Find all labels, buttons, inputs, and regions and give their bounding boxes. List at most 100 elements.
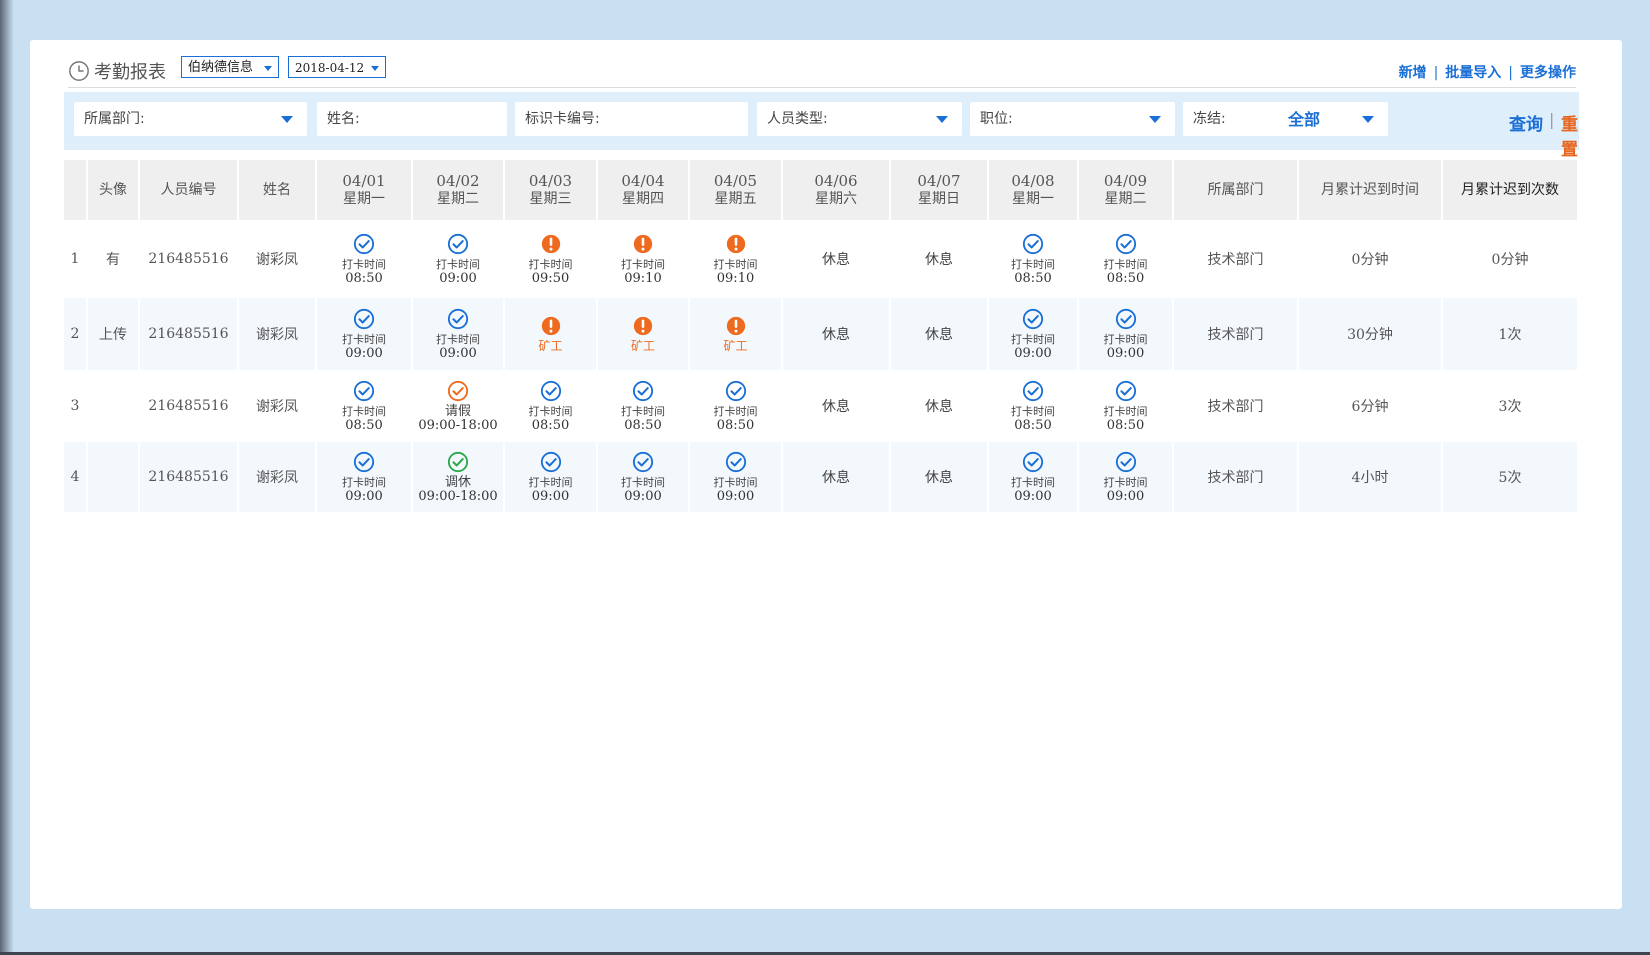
col-late-count: 月累计迟到次数 <box>1443 160 1579 220</box>
day-weekday: 星期四 <box>622 191 664 207</box>
top-actions: 新增 | 批量导入 | 更多操作 <box>1399 62 1576 82</box>
attendance-status: 打卡时间 09:00 <box>317 451 411 504</box>
attendance-status: 矿工 <box>505 315 596 353</box>
table-row: 3 216485516 谢彩凤 打卡时间 08:50 请假 09:00-18:00 打卡时间 0… <box>64 370 1579 442</box>
avatar-cell[interactable]: 上传 <box>88 298 140 370</box>
name-input[interactable]: 姓名: <box>317 102 507 136</box>
day-date: 04/05 <box>713 172 758 190</box>
late-time-cell: 4小时 <box>1299 442 1443 512</box>
day-cell: 打卡时间 09:10 <box>598 220 690 298</box>
rest-label: 休息 <box>925 252 953 268</box>
row-index: 3 <box>64 370 88 442</box>
position-label: 职位: <box>980 111 1013 127</box>
company-select[interactable]: 伯纳德信息 <box>181 56 279 78</box>
late-count-cell: 0分钟 <box>1443 220 1579 298</box>
attendance-status: 请假 09:00-18:00 <box>413 380 503 433</box>
exclamation-icon <box>541 316 560 336</box>
status-label: 打卡时间 <box>1103 257 1148 271</box>
report-panel: 考勤报表 伯纳德信息 2018-04-12 新增 | 批量导入 | 更多操作 所属部门:… <box>30 40 1622 909</box>
day-weekday: 星期一 <box>1012 191 1054 207</box>
window-edge-shadow <box>0 0 14 955</box>
query-button[interactable]: 查询 <box>1509 110 1543 135</box>
day-cell: 休息 <box>783 220 891 298</box>
check-circle-orange-icon <box>447 380 469 401</box>
punch-time: 08:50 <box>1014 270 1052 286</box>
col-day: 04/09 星期二 <box>1079 160 1174 220</box>
check-circle-icon <box>1022 308 1044 329</box>
more-actions-button[interactable]: 更多操作 <box>1520 65 1576 81</box>
dept-filter[interactable]: 所属部门: <box>74 102 307 136</box>
punch-time: 08:50 <box>1106 417 1145 433</box>
position-filter[interactable]: 职位: <box>970 102 1175 136</box>
divider: | <box>1508 65 1513 81</box>
check-circle-icon <box>353 308 375 329</box>
attendance-status: 打卡时间 09:00 <box>413 308 503 361</box>
punch-time: 09:00 <box>1014 345 1052 361</box>
attendance-table: 头像 人员编号 姓名 04/01 星期一 04/02 星期二 04/03 星期三 04… <box>64 160 1579 512</box>
status-label: 调休 <box>444 474 471 490</box>
day-cell: 休息 <box>891 370 989 442</box>
status-label: 打卡时间 <box>342 475 386 489</box>
day-cell: 休息 <box>783 298 891 370</box>
day-cell: 打卡时间 09:00 <box>317 442 413 512</box>
avatar-cell <box>88 370 140 442</box>
late-time-cell: 30分钟 <box>1299 298 1443 370</box>
divider: | <box>1549 110 1555 129</box>
late-count-cell: 5次 <box>1443 442 1579 512</box>
attendance-status: 打卡时间 09:00 <box>989 308 1077 361</box>
check-circle-icon <box>1115 380 1136 401</box>
header-bar: 考勤报表 伯纳德信息 2018-04-12 新增 | 批量导入 | 更多操作 <box>68 54 1576 88</box>
person-type-filter[interactable]: 人员类型: <box>757 102 962 136</box>
status-label: 打卡时间 <box>436 332 480 346</box>
col-dept: 所属部门 <box>1174 160 1299 220</box>
check-circle-icon <box>1115 308 1136 329</box>
punch-time: 09:00 <box>345 488 383 504</box>
day-cell: 打卡时间 09:00 <box>989 442 1079 512</box>
attendance-status: 打卡时间 08:50 <box>317 233 411 286</box>
check-circle-icon <box>540 451 561 472</box>
attendance-status: 打卡时间 09:10 <box>690 233 781 286</box>
day-date: 04/03 <box>528 172 573 190</box>
attendance-status: 打卡时间 08:50 <box>690 380 781 433</box>
col-day: 04/06 星期六 <box>783 160 891 220</box>
date-select-value: 2018-04-12 <box>295 61 365 75</box>
attendance-status: 打卡时间 09:00 <box>690 451 781 504</box>
day-cell: 休息 <box>891 298 989 370</box>
day-cell: 矿工 <box>690 298 783 370</box>
chevron-down-icon <box>1149 116 1161 123</box>
punch-time: 08:50 <box>716 417 755 433</box>
day-cell: 打卡时间 08:50 <box>989 370 1079 442</box>
day-cell: 打卡时间 09:00 <box>413 298 505 370</box>
attendance-status: 打卡时间 09:00 <box>1079 308 1172 361</box>
attendance-status: 矿工 <box>598 315 688 353</box>
status-label: 打卡时间 <box>621 404 665 418</box>
status-label: 打卡时间 <box>528 475 573 489</box>
day-weekday: 星期二 <box>437 191 479 207</box>
check-circle-icon <box>447 233 469 254</box>
punch-time: 09:00 <box>1106 345 1145 361</box>
check-circle-icon <box>447 308 469 329</box>
rest-label: 休息 <box>925 327 953 343</box>
day-cell: 打卡时间 09:00 <box>1079 442 1174 512</box>
day-cell: 打卡时间 09:00 <box>989 298 1079 370</box>
batch-import-button[interactable]: 批量导入 <box>1445 65 1501 81</box>
col-day: 04/05 星期五 <box>690 160 783 220</box>
dept-cell: 技术部门 <box>1174 442 1299 512</box>
col-index <box>64 160 88 220</box>
title-group: 考勤报表 <box>68 58 166 84</box>
dept-cell: 技术部门 <box>1174 370 1299 442</box>
check-circle-icon <box>353 380 375 401</box>
day-date: 04/09 <box>1103 172 1148 190</box>
card-number-input[interactable]: 标识卡编号: <box>515 102 748 136</box>
status-label: 打卡时间 <box>1011 404 1055 418</box>
attendance-status: 打卡时间 09:50 <box>505 233 596 286</box>
punch-time: 09:00 <box>716 488 755 504</box>
add-button[interactable]: 新增 <box>1399 65 1427 81</box>
status-label: 打卡时间 <box>528 404 573 418</box>
status-label: 打卡时间 <box>342 404 386 418</box>
reset-button[interactable]: 重置 <box>1561 110 1579 160</box>
date-select[interactable]: 2018-04-12 <box>288 56 386 78</box>
exclamation-icon <box>726 316 745 336</box>
frozen-filter[interactable]: 冻结: 全部 <box>1183 102 1388 136</box>
check-circle-icon <box>353 451 375 472</box>
